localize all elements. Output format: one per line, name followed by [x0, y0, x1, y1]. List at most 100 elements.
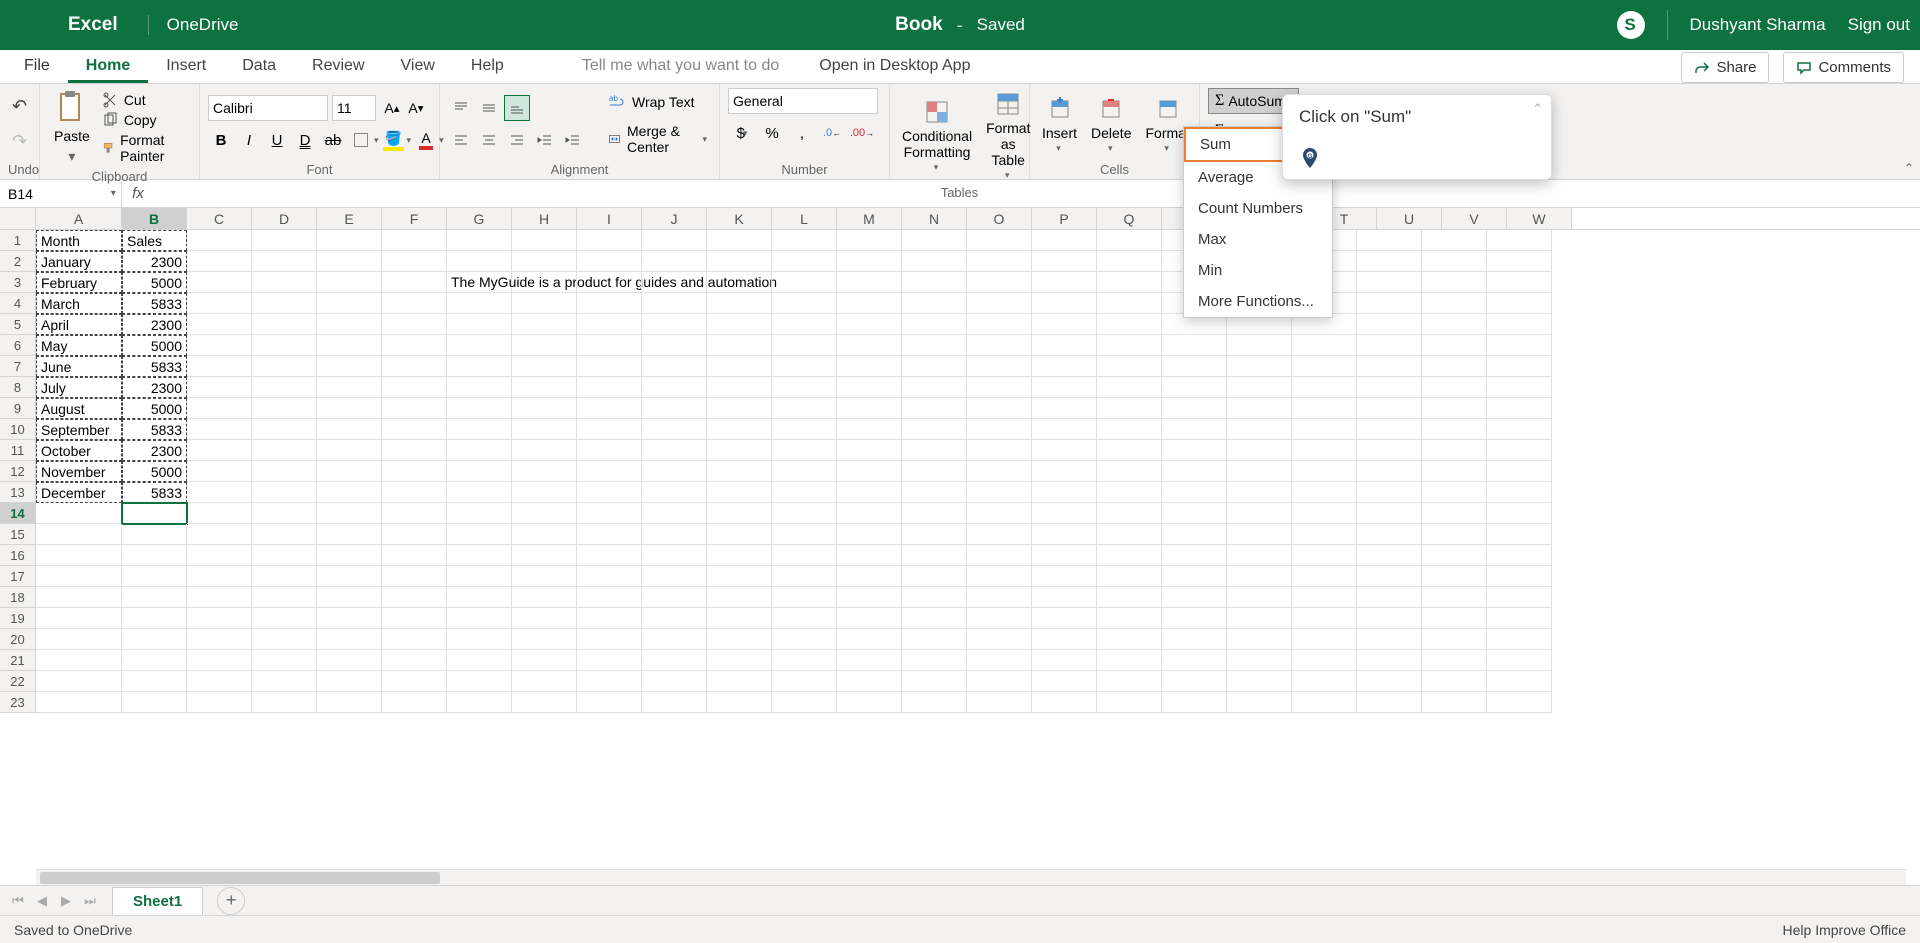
cell-Q9[interactable]	[1097, 398, 1162, 419]
cell-R7[interactable]	[1162, 356, 1227, 377]
cell-M10[interactable]	[837, 419, 902, 440]
cell-J20[interactable]	[642, 629, 707, 650]
col-header-h[interactable]: H	[512, 208, 577, 229]
cell-W6[interactable]	[1487, 335, 1552, 356]
cell-H4[interactable]	[512, 293, 577, 314]
cell-O13[interactable]	[967, 482, 1032, 503]
cell-E11[interactable]	[317, 440, 382, 461]
cell-H13[interactable]	[512, 482, 577, 503]
cell-A15[interactable]	[36, 524, 122, 545]
horizontal-scrollbar[interactable]	[36, 869, 1906, 885]
cell-U22[interactable]	[1357, 671, 1422, 692]
cell-M13[interactable]	[837, 482, 902, 503]
cell-H20[interactable]	[512, 629, 577, 650]
cell-H2[interactable]	[512, 251, 577, 272]
cell-A1[interactable]: Month	[36, 230, 122, 251]
cell-U1[interactable]	[1357, 230, 1422, 251]
cell-S18[interactable]	[1227, 587, 1292, 608]
cell-L6[interactable]	[772, 335, 837, 356]
cell-O12[interactable]	[967, 461, 1032, 482]
number-format-select[interactable]	[728, 88, 878, 114]
cell-K7[interactable]	[707, 356, 772, 377]
cell-W15[interactable]	[1487, 524, 1552, 545]
col-header-v[interactable]: V	[1442, 208, 1507, 229]
cell-B10[interactable]: 5833	[122, 419, 187, 440]
tab-help[interactable]: Help	[453, 49, 522, 83]
cell-E5[interactable]	[317, 314, 382, 335]
cell-E10[interactable]	[317, 419, 382, 440]
cell-N10[interactable]	[902, 419, 967, 440]
fx-icon[interactable]: fx	[122, 185, 154, 202]
cell-M8[interactable]	[837, 377, 902, 398]
cell-U7[interactable]	[1357, 356, 1422, 377]
cell-K10[interactable]	[707, 419, 772, 440]
cell-W2[interactable]	[1487, 251, 1552, 272]
cell-O18[interactable]	[967, 587, 1032, 608]
cell-N6[interactable]	[902, 335, 967, 356]
cell-E12[interactable]	[317, 461, 382, 482]
cell-R21[interactable]	[1162, 650, 1227, 671]
app-launcher-icon[interactable]	[10, 7, 46, 43]
cell-J5[interactable]	[642, 314, 707, 335]
cell-S16[interactable]	[1227, 545, 1292, 566]
cell-I7[interactable]	[577, 356, 642, 377]
row-header-6[interactable]: 6	[0, 335, 36, 356]
cell-P9[interactable]	[1032, 398, 1097, 419]
cell-B23[interactable]	[122, 692, 187, 713]
row-header-9[interactable]: 9	[0, 398, 36, 419]
cell-K8[interactable]	[707, 377, 772, 398]
bold-button[interactable]: B	[208, 127, 234, 153]
cell-F23[interactable]	[382, 692, 447, 713]
cell-K19[interactable]	[707, 608, 772, 629]
cell-G21[interactable]	[447, 650, 512, 671]
cell-R18[interactable]	[1162, 587, 1227, 608]
comments-button[interactable]: Comments	[1783, 52, 1904, 83]
cell-A18[interactable]	[36, 587, 122, 608]
paste-button[interactable]: Paste ▾	[48, 88, 96, 167]
cell-T11[interactable]	[1292, 440, 1357, 461]
cell-Q6[interactable]	[1097, 335, 1162, 356]
cell-B1[interactable]: Sales	[122, 230, 187, 251]
cell-S15[interactable]	[1227, 524, 1292, 545]
cell-U14[interactable]	[1357, 503, 1422, 524]
cell-W3[interactable]	[1487, 272, 1552, 293]
cell-H16[interactable]	[512, 545, 577, 566]
cell-B6[interactable]: 5000	[122, 335, 187, 356]
cell-F15[interactable]	[382, 524, 447, 545]
cell-E20[interactable]	[317, 629, 382, 650]
cell-W23[interactable]	[1487, 692, 1552, 713]
cell-B21[interactable]	[122, 650, 187, 671]
cell-O6[interactable]	[967, 335, 1032, 356]
cell-I19[interactable]	[577, 608, 642, 629]
tab-data[interactable]: Data	[224, 49, 294, 83]
cell-A5[interactable]: April	[36, 314, 122, 335]
cell-U3[interactable]	[1357, 272, 1422, 293]
cell-W11[interactable]	[1487, 440, 1552, 461]
cell-G14[interactable]	[447, 503, 512, 524]
cell-I3[interactable]	[577, 272, 642, 293]
cell-G16[interactable]	[447, 545, 512, 566]
cell-W8[interactable]	[1487, 377, 1552, 398]
cell-L19[interactable]	[772, 608, 837, 629]
cell-P17[interactable]	[1032, 566, 1097, 587]
cell-M9[interactable]	[837, 398, 902, 419]
cell-L14[interactable]	[772, 503, 837, 524]
menu-item-max[interactable]: Max	[1184, 224, 1332, 255]
cell-O19[interactable]	[967, 608, 1032, 629]
doc-name[interactable]: Book	[895, 14, 943, 36]
cell-E1[interactable]	[317, 230, 382, 251]
cell-N5[interactable]	[902, 314, 967, 335]
cell-M21[interactable]	[837, 650, 902, 671]
cell-Q16[interactable]	[1097, 545, 1162, 566]
conditional-formatting-button[interactable]: Conditional Formatting▾	[898, 96, 976, 175]
cell-G11[interactable]	[447, 440, 512, 461]
cell-J17[interactable]	[642, 566, 707, 587]
cell-Q8[interactable]	[1097, 377, 1162, 398]
cell-A12[interactable]: November	[36, 461, 122, 482]
cell-N3[interactable]	[902, 272, 967, 293]
cell-J8[interactable]	[642, 377, 707, 398]
tab-insert[interactable]: Insert	[148, 49, 224, 83]
cell-P3[interactable]	[1032, 272, 1097, 293]
cell-P12[interactable]	[1032, 461, 1097, 482]
cell-P11[interactable]	[1032, 440, 1097, 461]
